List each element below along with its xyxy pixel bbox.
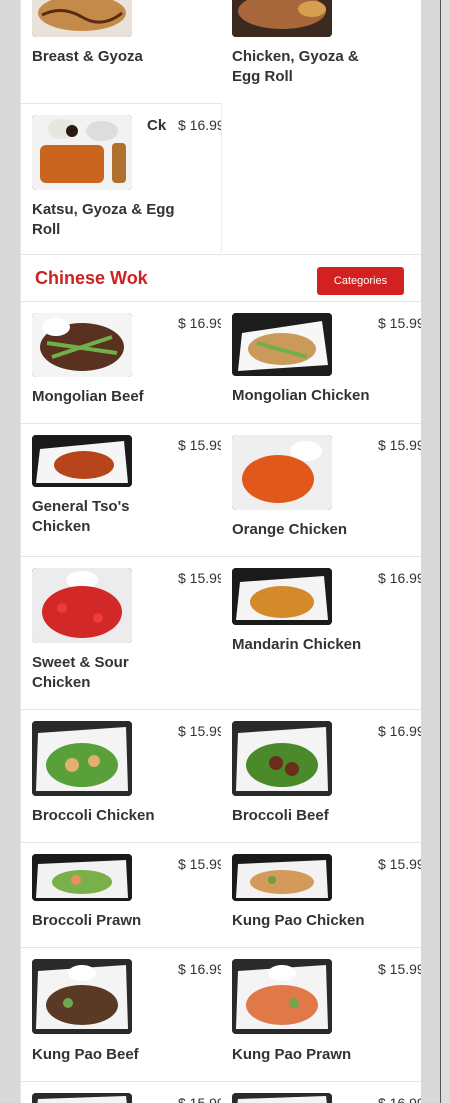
divider [21, 1081, 421, 1082]
divider [21, 709, 421, 710]
item-name[interactable]: Breast & Gyoza [32, 47, 182, 67]
item-image[interactable] [232, 435, 332, 510]
item-name[interactable]: Kung Pao Chicken [232, 911, 382, 931]
item-price: $ 15.99 [378, 961, 421, 977]
divider [21, 423, 421, 424]
item-price: $ 16.99 [378, 1095, 421, 1103]
item-image[interactable] [232, 959, 332, 1034]
item-name-partial: Ck [147, 117, 167, 134]
item-image[interactable] [32, 854, 132, 901]
item-name[interactable]: Katsu, Gyoza & Egg Roll [32, 200, 182, 240]
item-price: $ 15.99 [378, 315, 421, 331]
item-name[interactable]: Sweet & Sour Chicken [32, 653, 182, 693]
divider [21, 254, 421, 255]
item-image[interactable] [232, 854, 332, 901]
item-image[interactable] [32, 115, 132, 190]
divider [21, 301, 421, 302]
item-image[interactable] [232, 721, 332, 796]
item-image[interactable] [32, 568, 132, 643]
item-image[interactable] [232, 1093, 332, 1103]
item-price: $ 15.99 [178, 570, 221, 586]
divider [21, 842, 421, 843]
item-image[interactable] [32, 313, 132, 377]
item-name[interactable]: Broccoli Prawn [32, 911, 182, 931]
item-name[interactable]: Mongolian Beef [32, 387, 182, 407]
item-image[interactable] [32, 435, 132, 487]
item-price: $ 16.99 [178, 117, 221, 133]
item-name[interactable]: Broccoli Chicken [32, 806, 182, 826]
item-image[interactable] [32, 959, 132, 1034]
item-name[interactable]: Kung Pao Beef [32, 1045, 182, 1065]
item-price: $ 16.99 [378, 723, 421, 739]
item-price: $ 15.99 [378, 856, 421, 872]
item-price: $ 15.99 [178, 437, 221, 453]
item-name[interactable]: Orange Chicken [232, 520, 382, 540]
left-gutter [0, 0, 20, 1103]
category-title: Chinese Wok [35, 268, 148, 288]
divider [21, 556, 421, 557]
item-image[interactable] [32, 721, 132, 796]
item-price: $ 16.99 [178, 961, 221, 977]
right-gutter [420, 0, 441, 1103]
item-name[interactable]: General Tso's Chicken [32, 497, 182, 537]
item-name[interactable]: Mongolian Chicken [232, 386, 382, 406]
divider [21, 947, 421, 948]
item-price: $ 15.99 [178, 723, 221, 739]
item-name[interactable]: Broccoli Beef [232, 806, 382, 826]
item-image[interactable] [232, 0, 332, 37]
item-image[interactable] [32, 0, 132, 37]
menu-panel[interactable]: Breast & Gyoza Chicken, Gyoza & Egg Roll… [20, 0, 421, 1103]
item-price: $ 16.99 [178, 315, 221, 331]
divider [221, 103, 222, 253]
item-price: $ 16.99 [378, 570, 421, 586]
item-name[interactable]: Kung Pao Prawn [232, 1045, 382, 1065]
item-image[interactable] [32, 1093, 132, 1103]
item-name[interactable]: Chicken, Gyoza & Egg Roll [232, 47, 362, 87]
item-image[interactable] [232, 313, 332, 376]
item-image[interactable] [232, 568, 332, 625]
categories-button[interactable]: Categories [317, 267, 404, 295]
item-price: $ 15.99 [178, 1095, 221, 1103]
item-price: $ 15.99 [378, 437, 421, 453]
divider [21, 103, 221, 104]
item-name[interactable]: Mandarin Chicken [232, 635, 382, 655]
item-price: $ 15.99 [178, 856, 221, 872]
